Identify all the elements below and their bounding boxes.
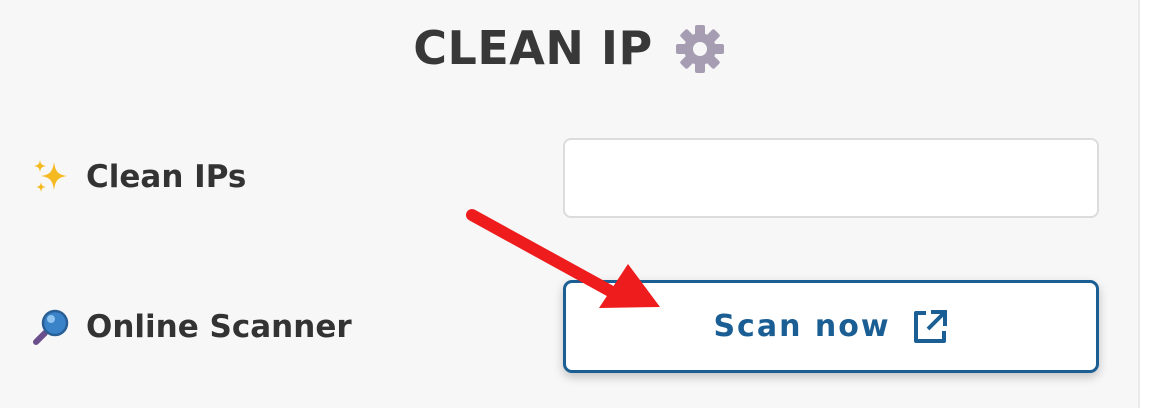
scan-now-label: Scan now [713, 309, 891, 344]
online-scanner-label-row: Online Scanner [32, 302, 352, 352]
settings-panel: CLEAN IP Clean IPs Online Scanner Scan n… [0, 0, 1138, 408]
sparkles-icon [34, 160, 67, 192]
page-header: CLEAN IP [0, 16, 1138, 80]
scan-now-button[interactable]: Scan now [563, 280, 1099, 373]
gear-icon [675, 25, 724, 73]
magnifier-icon [33, 309, 69, 345]
clean-ips-label-row: Clean IPs [32, 152, 246, 202]
page-title: CLEAN IP [413, 21, 653, 75]
clean-ips-label: Clean IPs [86, 159, 247, 195]
scrollbar[interactable] [1138, 0, 1156, 408]
external-link-icon [913, 309, 947, 343]
online-scanner-label: Online Scanner [86, 309, 352, 345]
clean-ips-input[interactable] [563, 138, 1099, 218]
